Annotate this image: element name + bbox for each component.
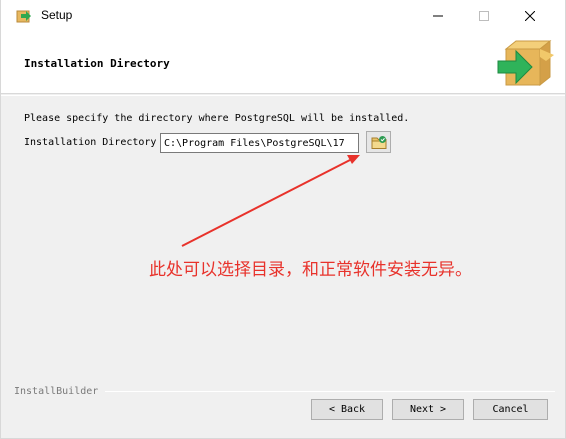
maximize-icon [479,11,489,21]
annotation-caption: 此处可以选择目录，和正常软件安装无异。 [149,260,472,280]
installation-directory-input[interactable] [160,133,359,153]
box-arrow-icon [497,39,554,87]
page-title: Installation Directory [24,57,170,70]
setup-window: Setup Installation Directory Please spec… [0,0,566,439]
folder-browse-icon [371,136,387,149]
installation-directory-label: Installation Directory [24,137,157,148]
minimize-button[interactable] [415,0,461,31]
installbuilder-brand: InstallBuilder [14,386,99,397]
page-header: Installation Directory [1,31,565,94]
cancel-button[interactable]: Cancel [473,399,548,420]
header-separator [1,95,565,96]
back-button[interactable]: < Back [311,399,383,420]
window-title: Setup [41,8,73,22]
minimize-icon [433,15,443,17]
close-icon [525,11,535,21]
next-button[interactable]: Next > [392,399,464,420]
app-icon [16,10,31,23]
close-button[interactable] [507,0,553,31]
instruction-text: Please specify the directory where Postg… [24,113,410,124]
title-bar: Setup [1,0,565,31]
footer-divider [105,391,555,392]
browse-button[interactable] [366,131,391,153]
maximize-button[interactable] [461,0,507,31]
